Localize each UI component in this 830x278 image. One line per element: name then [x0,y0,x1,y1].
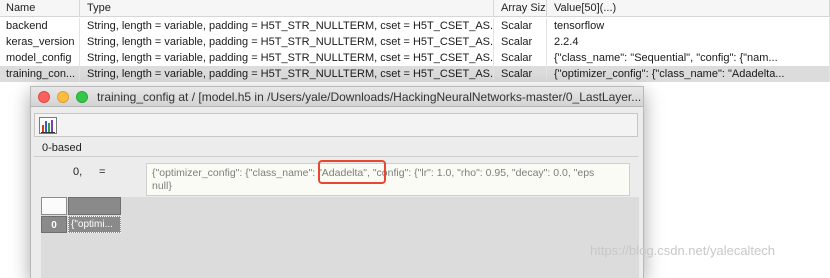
value-line: null} [152,180,172,192]
zero-based-label: 0-based [42,142,82,154]
highlight-annotation [318,160,386,184]
cell-value: tensorflow [548,18,830,34]
cell-array-size: Scalar [495,34,547,50]
index-label: 0, [73,166,83,178]
dataset-window: training_config at / [model.h5 in /Users… [30,86,644,278]
close-window-button[interactable] [38,91,50,103]
grid-column-header[interactable] [68,197,121,215]
divider [34,156,638,157]
cell-name: keras_version [0,34,80,50]
cell-type: String, length = variable, padding = H5T… [81,66,494,82]
window-titlebar[interactable]: training_config at / [model.h5 in /Users… [31,87,643,107]
table-row[interactable]: keras_version String, length = variable,… [0,34,830,50]
cell-array-size: Scalar [495,18,547,34]
header-type[interactable]: Type [81,0,494,17]
header-name[interactable]: Name [0,0,80,17]
table-row-selected[interactable]: training_con... String, length = variabl… [0,66,830,82]
header-value[interactable]: Value[50](...) [548,0,830,17]
cell-name: backend [0,18,80,34]
data-grid: 0 {"optimi... [41,197,639,278]
zoom-window-button[interactable] [76,91,88,103]
cell-type: String, length = variable, padding = H5T… [81,34,494,50]
window-title: training_config at / [model.h5 in /Users… [97,90,641,104]
grid-cell[interactable]: {"optimi... [68,216,121,233]
header-array-size[interactable]: Array Size [495,0,547,17]
cell-value: 2.2.4 [548,34,830,50]
cell-type: String, length = variable, padding = H5T… [81,18,494,34]
table-header: Name Type Array Size Value[50](...) [0,0,830,17]
table-row[interactable]: model_config String, length = variable, … [0,50,830,66]
table-row[interactable]: backend String, length = variable, paddi… [0,18,830,34]
window-toolbar [34,113,638,137]
cell-array-size: Scalar [495,50,547,66]
minimize-window-button[interactable] [57,91,69,103]
equals-label: = [99,166,106,178]
grid-corner [41,197,67,215]
cell-value: {"class_name": "Sequential", "config": {… [548,50,830,66]
cell-name: model_config [0,50,80,66]
cell-name: training_con... [0,66,80,82]
cell-type: String, length = variable, padding = H5T… [81,50,494,66]
bar-chart-icon[interactable] [39,117,57,134]
grid-row-header[interactable]: 0 [41,216,67,233]
cell-array-size: Scalar [495,66,547,82]
value-display-field[interactable]: {"optimizer_config": {"class_name": "Ada… [146,163,630,196]
watermark: https://blog.csdn.net/yalecaltech [590,243,776,258]
cell-value: {"optimizer_config": {"class_name": "Ada… [548,66,830,82]
value-line: {"optimizer_config": {"class_name": "Ada… [152,167,595,179]
